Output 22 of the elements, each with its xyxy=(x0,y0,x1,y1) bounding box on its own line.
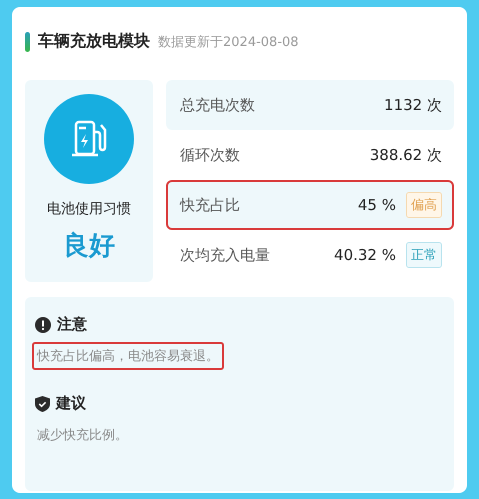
section-title: 建议 xyxy=(56,394,86,413)
section-title: 注意 xyxy=(57,315,87,334)
update-date: 数据更新于2024-08-08 xyxy=(158,34,299,50)
stat-value: 388.62 次 xyxy=(370,146,442,164)
stat-label: 循环次数 xyxy=(180,146,241,164)
section-text: 减少快充比例。 xyxy=(36,427,129,445)
shield-check-icon xyxy=(35,396,50,412)
stat-label: 总充电次数 xyxy=(180,96,256,114)
exclamation-icon xyxy=(35,316,51,332)
stat-value: 45 % xyxy=(358,196,396,214)
charging-station-icon xyxy=(44,94,134,184)
stat-label: 次均充入电量 xyxy=(180,246,271,264)
habit-rating: 良好 xyxy=(63,230,115,263)
section-text: 快充占比偏高，电池容易衰退。 xyxy=(32,342,224,370)
stat-label: 快充占比 xyxy=(180,196,241,214)
habit-label: 电池使用习惯 xyxy=(47,200,131,218)
module-title: 车辆充放电模块 xyxy=(38,31,150,52)
title-accent-bar xyxy=(25,32,30,52)
stat-value: 1132 次 xyxy=(384,96,442,114)
stat-value: 40.32 % xyxy=(334,246,396,264)
status-tag: 偏高 xyxy=(406,192,442,218)
status-tag: 正常 xyxy=(406,242,442,268)
